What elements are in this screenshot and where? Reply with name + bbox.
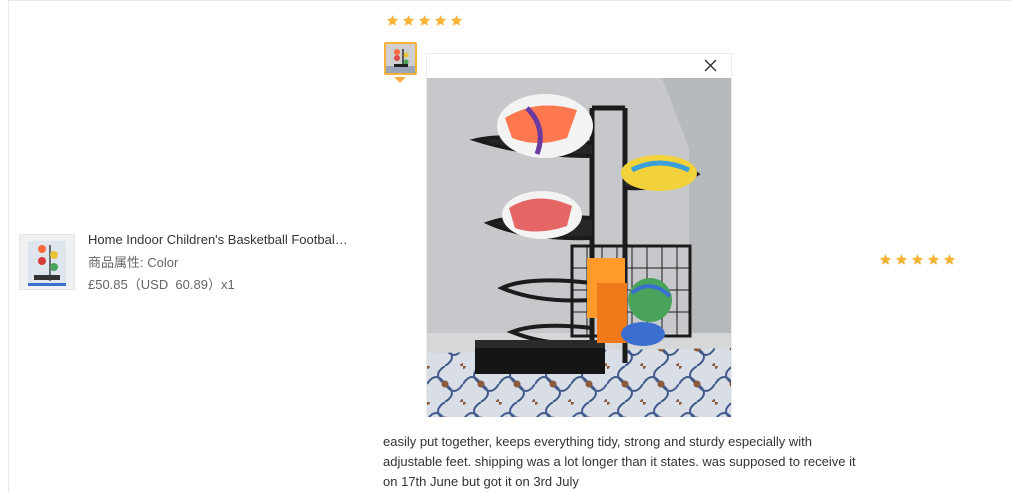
star-icon — [895, 253, 908, 266]
review-rating — [386, 14, 463, 27]
product-thumbnail[interactable] — [19, 234, 75, 290]
product-title[interactable]: Home Indoor Children's Basketball Footba… — [88, 231, 350, 249]
right-rating — [879, 253, 956, 266]
review-photo — [427, 78, 731, 417]
product-attribute: 商品属性: Color — [88, 254, 178, 272]
star-icon — [386, 14, 399, 27]
star-icon — [450, 14, 463, 27]
product-price: £50.85（USD 60.89）x1 — [88, 277, 235, 292]
review-image-preview — [426, 53, 732, 417]
star-icon — [927, 253, 940, 266]
product-attribute-value: Color — [147, 255, 179, 270]
star-icon — [911, 253, 924, 266]
star-icon — [434, 14, 447, 27]
product-attribute-label: 商品属性: — [88, 255, 144, 270]
thumbnail-pointer — [394, 77, 406, 83]
star-icon — [402, 14, 415, 27]
close-icon[interactable] — [704, 59, 717, 72]
frame-border — [8, 0, 9, 493]
frame-border — [8, 0, 1011, 1]
review-image-thumbnail[interactable] — [384, 42, 417, 75]
star-icon — [943, 253, 956, 266]
review-text: easily put together, keeps everything ti… — [383, 434, 856, 489]
star-icon — [879, 253, 892, 266]
star-icon — [418, 14, 431, 27]
preview-header — [427, 54, 731, 78]
